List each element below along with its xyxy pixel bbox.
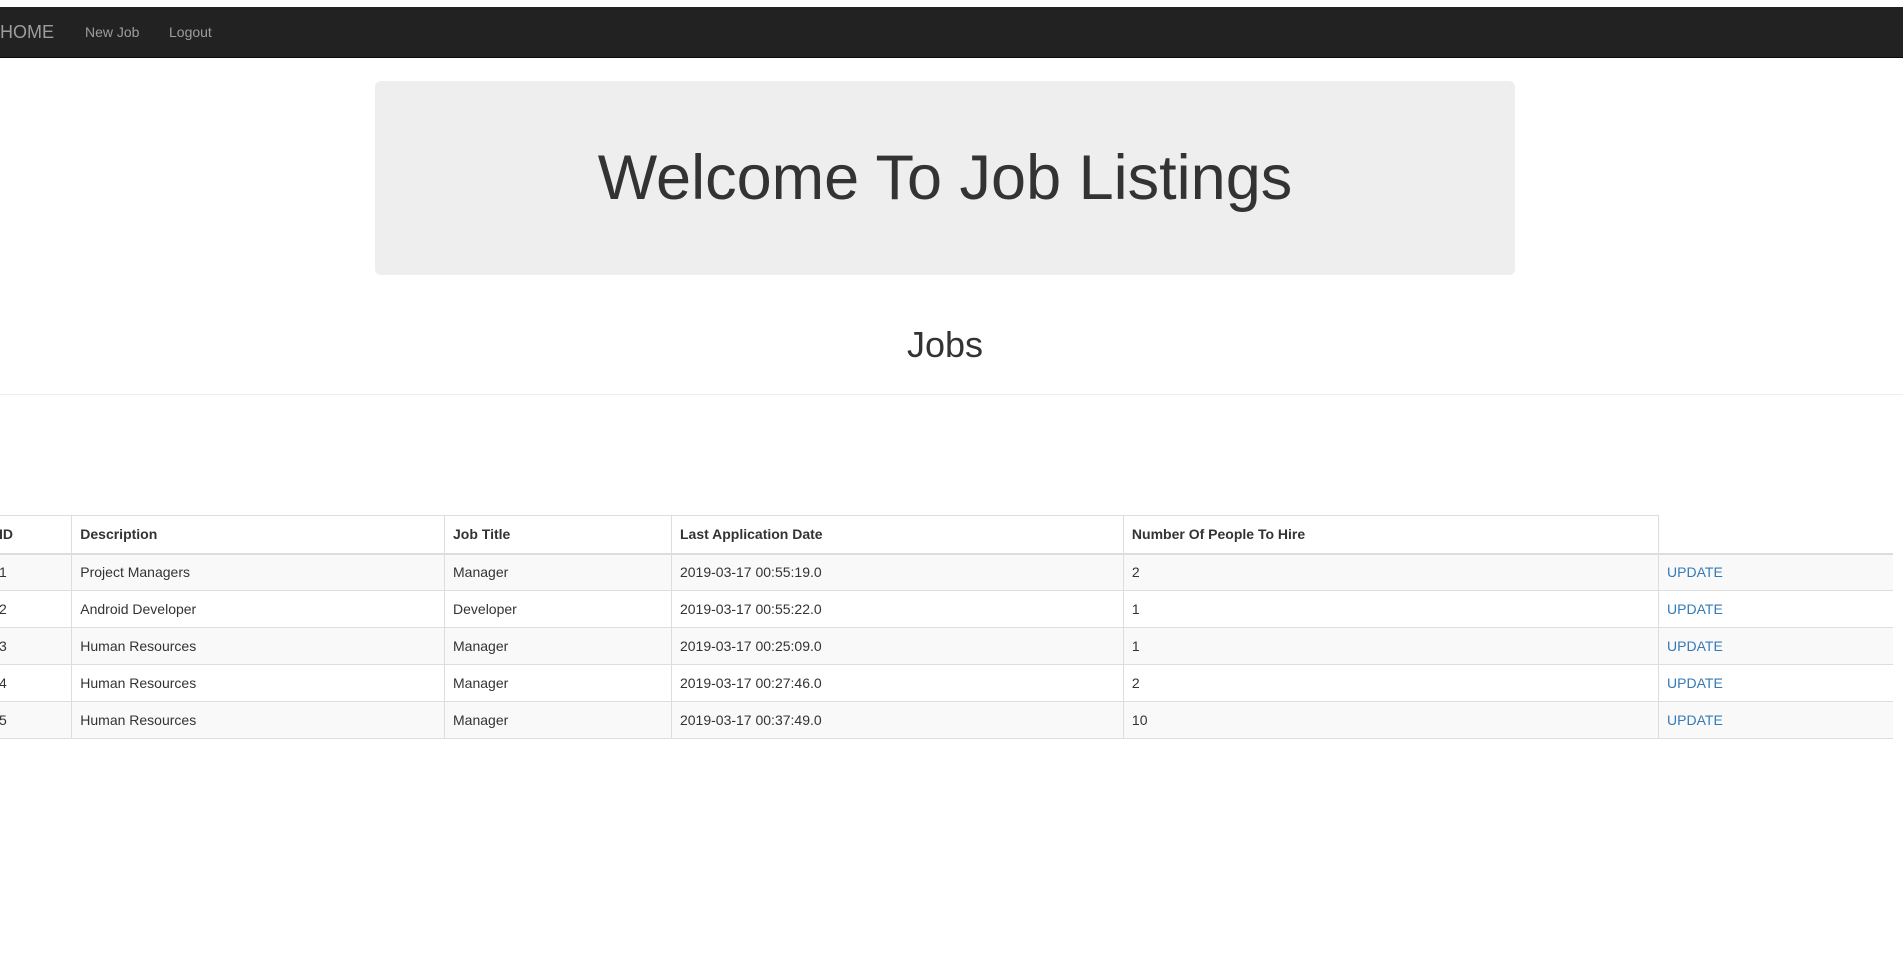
cell-action: UPDATE (1658, 627, 1893, 665)
cell-last-application-date: 2019-03-17 00:27:46.0 (670, 664, 1124, 702)
cell-people-to-hire: 2 (1122, 553, 1660, 591)
cell-description: Human Resources (71, 664, 446, 702)
table-header-row: ID Description Job Title Last Applicatio… (0, 515, 1893, 555)
cell-id: 3 (0, 627, 73, 665)
nav-home-link[interactable]: HOME (0, 7, 54, 58)
divider (0, 394, 1903, 395)
cell-description: Project Managers (71, 553, 446, 591)
cell-action: UPDATE (1658, 701, 1893, 739)
cell-job-title: Developer (444, 590, 672, 628)
update-link[interactable]: UPDATE (1667, 675, 1723, 691)
update-link[interactable]: UPDATE (1667, 712, 1723, 728)
update-link[interactable]: UPDATE (1667, 638, 1723, 654)
cell-people-to-hire: 10 (1122, 701, 1660, 739)
navbar: HOME New Job Logout (0, 7, 1903, 58)
page: HOME New Job Logout Welcome To Job Listi… (0, 0, 1903, 953)
table-row: 3 Human Resources Manager 2019-03-17 00:… (0, 627, 1893, 665)
cell-job-title: Manager (444, 553, 672, 591)
jobs-heading: Jobs (906, 324, 984, 365)
welcome-title: Welcome To Job Listings (597, 143, 1293, 213)
cell-description: Human Resources (71, 701, 446, 739)
cell-last-application-date: 2019-03-17 00:37:49.0 (670, 701, 1124, 739)
column-header-job-title: Job Title (444, 515, 672, 555)
column-header-id: ID (0, 515, 73, 555)
nav-logout-link[interactable]: Logout (169, 7, 212, 58)
cell-action: UPDATE (1658, 553, 1893, 591)
jumbotron: Welcome To Job Listings (375, 81, 1515, 275)
cell-description: Human Resources (71, 627, 446, 665)
table-row: 2 Android Developer Developer 2019-03-17… (0, 590, 1893, 628)
column-header-last-application-date: Last Application Date (670, 515, 1124, 555)
cell-id: 4 (0, 664, 73, 702)
cell-id: 5 (0, 701, 73, 739)
cell-action: UPDATE (1658, 590, 1893, 628)
cell-id: 2 (0, 590, 73, 628)
jobs-table: ID Description Job Title Last Applicatio… (0, 515, 1893, 739)
cell-last-application-date: 2019-03-17 00:55:19.0 (670, 553, 1124, 591)
update-link[interactable]: UPDATE (1667, 601, 1723, 617)
column-header-people-to-hire: Number Of People To Hire (1122, 515, 1660, 555)
cell-people-to-hire: 1 (1122, 590, 1660, 628)
cell-job-title: Manager (444, 627, 672, 665)
update-link[interactable]: UPDATE (1667, 564, 1723, 580)
table-row: 4 Human Resources Manager 2019-03-17 00:… (0, 664, 1893, 702)
cell-people-to-hire: 1 (1122, 627, 1660, 665)
nav-new-job-link[interactable]: New Job (85, 7, 139, 58)
cell-action: UPDATE (1658, 664, 1893, 702)
cell-job-title: Manager (444, 664, 672, 702)
column-header-action (1658, 515, 1893, 555)
cell-job-title: Manager (444, 701, 672, 739)
table-row: 1 Project Managers Manager 2019-03-17 00… (0, 553, 1893, 591)
cell-last-application-date: 2019-03-17 00:25:09.0 (670, 627, 1124, 665)
cell-last-application-date: 2019-03-17 00:55:22.0 (670, 590, 1124, 628)
table-row: 5 Human Resources Manager 2019-03-17 00:… (0, 701, 1893, 739)
column-header-description: Description (71, 515, 446, 555)
cell-people-to-hire: 2 (1122, 664, 1660, 702)
cell-id: 1 (0, 553, 73, 591)
cell-description: Android Developer (71, 590, 446, 628)
